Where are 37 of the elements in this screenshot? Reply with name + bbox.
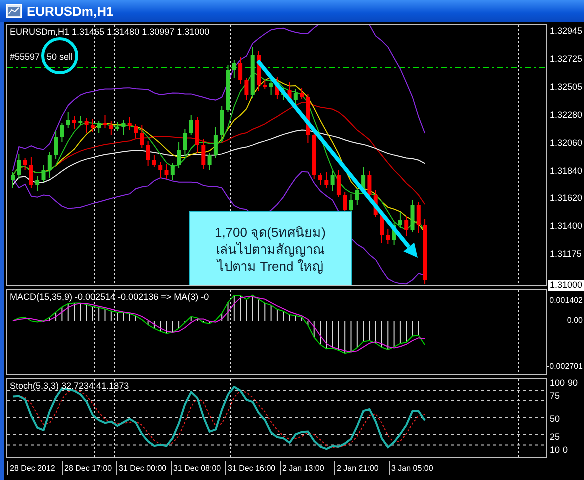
highlight-circle [42, 38, 78, 74]
time-label: 31 Dec 00:00 [116, 461, 170, 475]
price-label: 1.32505 [550, 82, 583, 93]
price-label: 1.31620 [550, 193, 583, 204]
stochastic-scale-label: 50 [550, 414, 560, 425]
stochastic-scale-label: 90 [568, 378, 578, 389]
price-label: 1.32060 [550, 138, 583, 149]
order-number: #55597 [10, 52, 40, 62]
order-label: 50 sell [47, 52, 74, 62]
stochastic-scale-label: 75 [550, 391, 560, 402]
chart-window-icon [6, 4, 22, 18]
stochastic-scale-label: 10 [550, 445, 560, 456]
chart-header: EURUSDm,H1 1.31465 1.31480 1.30997 1.31000 [10, 27, 210, 37]
time-label: 3 Jan 05:00 [388, 461, 443, 475]
price-label: 1.32945 [550, 26, 583, 37]
time-label: 28 Dec 17:00 [62, 461, 116, 475]
time-label: 31 Dec 08:00 [170, 461, 225, 475]
time-label: 31 Dec 16:00 [225, 461, 280, 475]
macd-scale-label: 0.00 [567, 315, 583, 326]
stochastic-header: Stoch(5,3,3) 32.7234 41.1873 [10, 381, 130, 391]
price-label: 1.31400 [550, 221, 583, 232]
stochastic-scale-label: 100 [550, 378, 566, 389]
macd-scale-label: 0.001402 [550, 295, 583, 306]
price-label: 1.32725 [550, 54, 583, 65]
macd-header: MACD(15,35,9) -0.002514 -0.002136 => MA(3) -0 [10, 292, 210, 302]
time-label: 2 Jan 13:00 [280, 461, 334, 475]
price-label: 1.32280 [550, 110, 583, 121]
window-title: EURUSDm,H1 [27, 4, 114, 18]
stochastic-scale-label: 25 [550, 432, 560, 443]
stochastic-scale-label: 0 [563, 445, 568, 456]
macd-scale-label: -0.002701 [546, 361, 583, 372]
price-label: 1.31840 [550, 166, 583, 176]
price-label: 1.31175 [550, 249, 582, 260]
callout-text: 1,700 จุด(5ทศนิยม) เล่นไปตามสัญญาณ ไปตาม Trend ใหญ่ [214, 224, 326, 274]
current-price-label: 1.31000 [548, 280, 584, 291]
time-label: 28 Dec 2012 [7, 461, 62, 475]
time-label: 2 Jan 21:00 [334, 461, 388, 475]
